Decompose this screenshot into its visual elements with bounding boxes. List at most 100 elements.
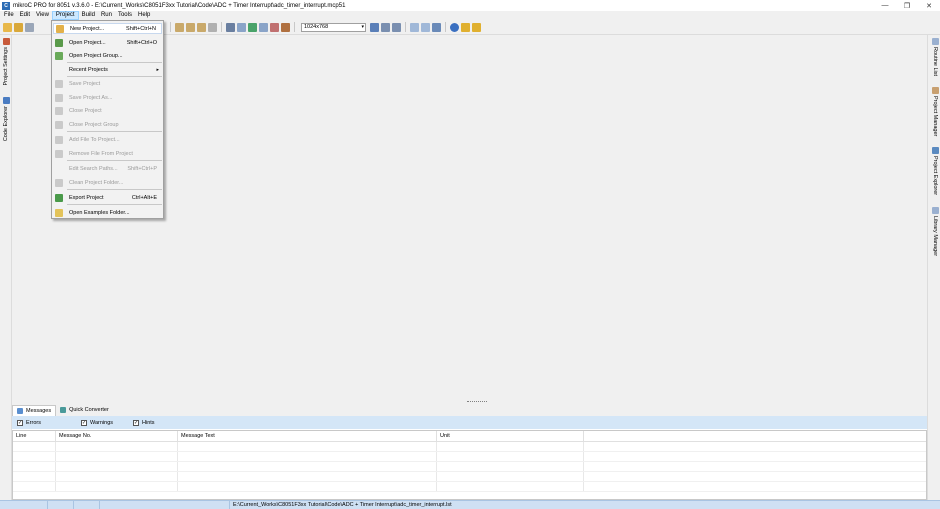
tab-label: Project Explorer bbox=[932, 156, 938, 196]
window-controls: — ❐ ✕ bbox=[874, 0, 940, 11]
status-segment bbox=[48, 501, 74, 509]
menu-build[interactable]: Build bbox=[79, 11, 98, 20]
menu-edit[interactable]: Edit bbox=[17, 11, 33, 20]
close-project-icon bbox=[55, 106, 63, 115]
table-row bbox=[13, 462, 926, 472]
menu-item-export-project[interactable]: Export Project Ctrl+Alt+E bbox=[53, 192, 162, 203]
splitter-grip[interactable] bbox=[467, 401, 487, 402]
redo-icon[interactable] bbox=[186, 22, 195, 32]
tab-label: Code Explorer bbox=[3, 106, 9, 142]
about-icon[interactable] bbox=[461, 22, 470, 32]
menu-project[interactable]: Project bbox=[51, 11, 79, 20]
window-tile-icon[interactable] bbox=[392, 22, 401, 32]
save-as-icon bbox=[55, 93, 63, 102]
menu-separator bbox=[67, 189, 162, 190]
settings-icon bbox=[2, 38, 10, 45]
table-row bbox=[13, 482, 926, 492]
checkbox-errors[interactable]: ✓ bbox=[17, 419, 23, 426]
menu-bar: File Edit View Project Build Run Tools H… bbox=[0, 11, 940, 20]
debug-icon[interactable] bbox=[281, 22, 290, 32]
build-all-icon[interactable] bbox=[237, 22, 246, 32]
tab-messages[interactable]: Messages bbox=[12, 404, 57, 416]
checkbox-warnings[interactable]: ✓ bbox=[80, 419, 87, 426]
build-icon[interactable] bbox=[226, 22, 235, 32]
menu-item-recent-projects[interactable]: Recent Projects ▸ bbox=[53, 64, 162, 75]
help-icon[interactable] bbox=[450, 22, 459, 32]
resolution-select[interactable]: 1024x768 ▾ bbox=[301, 22, 366, 32]
menu-item-open-examples-folder[interactable]: Open Examples Folder... bbox=[53, 207, 162, 218]
filter-errors[interactable]: ✓ Errors bbox=[17, 419, 41, 426]
seven-seg-icon[interactable] bbox=[421, 22, 430, 32]
column-header-message-no[interactable]: Message No. bbox=[56, 431, 178, 441]
toolbar-separator bbox=[221, 22, 222, 32]
menu-item-close-project-group[interactable]: Close Project Group bbox=[53, 119, 162, 130]
tab-library-manager[interactable]: Library Manager bbox=[930, 207, 940, 256]
find-icon[interactable] bbox=[197, 22, 206, 32]
new-file-icon[interactable] bbox=[3, 22, 12, 32]
menu-item-edit-search-paths[interactable]: Edit Search Paths... Shift+Ctrl+P bbox=[53, 163, 162, 174]
menu-file[interactable]: File bbox=[1, 11, 17, 20]
menu-separator bbox=[67, 131, 162, 132]
menu-item-new-project[interactable]: New Project... Shift+Ctrl+N bbox=[53, 23, 162, 34]
menu-run[interactable]: Run bbox=[98, 11, 115, 20]
status-file-path: E:\Current_Works\C8051F3xx Tutorial\Code… bbox=[233, 502, 452, 508]
menu-tools[interactable]: Tools bbox=[115, 11, 135, 20]
tips-icon[interactable] bbox=[472, 22, 481, 32]
column-header-line[interactable]: Line bbox=[13, 431, 56, 441]
terminal-icon[interactable] bbox=[432, 22, 441, 32]
tab-quick-converter[interactable]: Quick Converter bbox=[56, 405, 113, 416]
column-header-message-text[interactable]: Message Text bbox=[178, 431, 437, 441]
table-row bbox=[13, 452, 926, 462]
replace-icon[interactable] bbox=[208, 22, 217, 32]
app-icon: C bbox=[2, 1, 10, 10]
tab-project-settings[interactable]: Project Settings bbox=[1, 38, 11, 86]
open-project-icon bbox=[55, 38, 63, 47]
filter-warnings[interactable]: ✓ Warnings bbox=[80, 419, 113, 426]
menu-help[interactable]: Help bbox=[135, 11, 153, 20]
menu-item-add-file[interactable]: Add File To Project... bbox=[53, 134, 162, 145]
clean-folder-icon bbox=[55, 178, 63, 187]
menu-item-save-project[interactable]: Save Project bbox=[53, 78, 162, 89]
menu-separator bbox=[67, 160, 162, 161]
undo-icon[interactable] bbox=[175, 22, 184, 32]
menu-item-close-project[interactable]: Close Project bbox=[53, 105, 162, 116]
close-button[interactable]: ✕ bbox=[918, 0, 940, 11]
menu-item-remove-file[interactable]: Remove File From Project bbox=[53, 148, 162, 159]
save-icon[interactable] bbox=[25, 22, 34, 32]
table-row bbox=[13, 472, 926, 482]
window-cascade-icon[interactable] bbox=[381, 22, 390, 32]
window-title: mikroC PRO for 8051 v.3.6.0 - E:\Current… bbox=[13, 2, 346, 9]
menu-separator bbox=[67, 76, 162, 77]
program-icon[interactable] bbox=[259, 22, 268, 32]
tab-project-manager[interactable]: Project Manager bbox=[930, 87, 940, 136]
tab-routine-list[interactable]: Routine List bbox=[930, 38, 940, 76]
examples-folder-icon bbox=[55, 208, 63, 217]
title-bar: C mikroC PRO for 8051 v.3.6.0 - E:\Curre… bbox=[0, 0, 940, 11]
project-menu-dropdown: New Project... Shift+Ctrl+N Open Project… bbox=[51, 20, 164, 219]
converter-icon bbox=[60, 407, 67, 413]
tab-code-explorer[interactable]: Code Explorer bbox=[1, 97, 11, 141]
restore-button[interactable]: ❐ bbox=[896, 0, 918, 11]
messages-icon bbox=[17, 407, 23, 414]
status-segment bbox=[74, 501, 100, 509]
menu-item-clean-project-folder[interactable]: Clean Project Folder... bbox=[53, 177, 162, 188]
column-header-unit[interactable]: Unit bbox=[437, 431, 584, 441]
run-icon[interactable] bbox=[248, 22, 257, 32]
message-filters: ✓ Errors ✓ Warnings ✓ Hints bbox=[12, 416, 927, 429]
table-row bbox=[13, 442, 926, 452]
stop-icon[interactable] bbox=[270, 22, 279, 32]
status-segment bbox=[0, 501, 48, 509]
filter-hints[interactable]: ✓ Hints bbox=[133, 419, 155, 426]
checkbox-hints[interactable]: ✓ bbox=[133, 419, 140, 426]
menu-item-open-project[interactable]: Open Project... Shift+Ctrl+O bbox=[53, 37, 162, 48]
window-layout-icon[interactable] bbox=[370, 22, 379, 32]
manager-icon bbox=[931, 87, 939, 94]
minimize-button[interactable]: — bbox=[874, 0, 896, 11]
menu-view[interactable]: View bbox=[33, 11, 52, 20]
menu-item-save-project-as[interactable]: Save Project As... bbox=[53, 92, 162, 103]
tab-project-explorer[interactable]: Project Explorer bbox=[930, 147, 940, 195]
open-group-icon bbox=[55, 51, 63, 60]
menu-item-open-project-group[interactable]: Open Project Group... bbox=[53, 50, 162, 61]
ascii-table-icon[interactable] bbox=[410, 22, 419, 32]
open-file-icon[interactable] bbox=[14, 22, 23, 32]
